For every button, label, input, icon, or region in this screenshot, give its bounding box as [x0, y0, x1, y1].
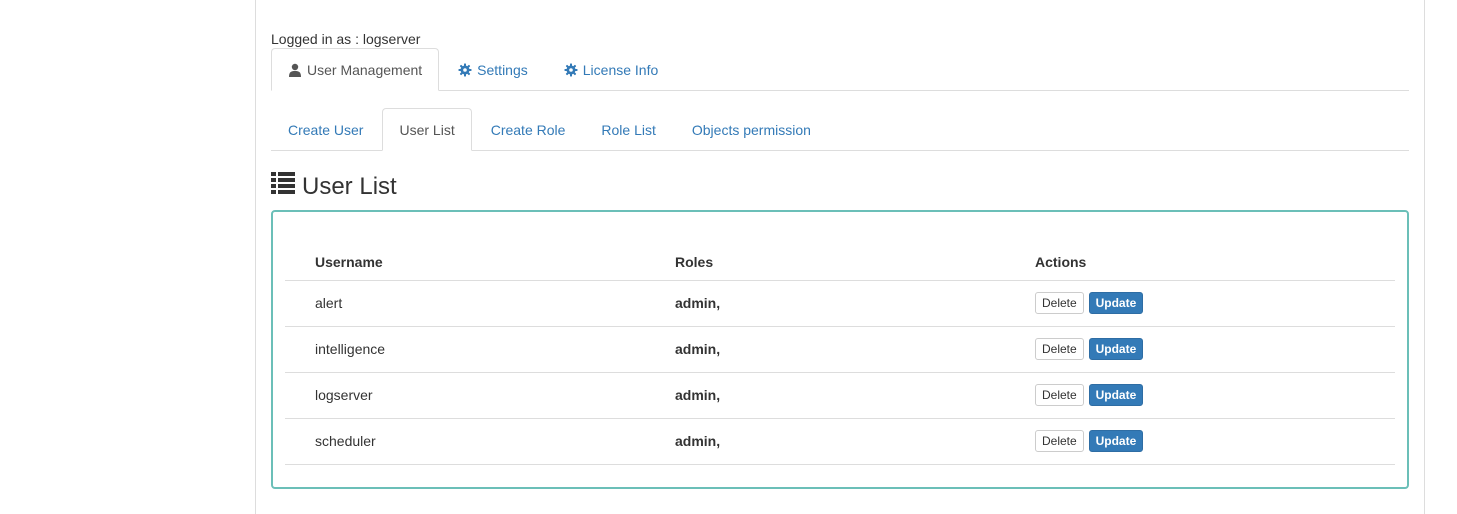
tab-create-role[interactable]: Create Role — [474, 108, 583, 150]
cell-roles: admin, — [645, 372, 1005, 419]
table-header-row: Username Roles Actions — [285, 244, 1395, 281]
delete-button[interactable]: Delete — [1035, 292, 1084, 314]
cell-username: intelligence — [285, 326, 645, 373]
update-button[interactable]: Update — [1088, 430, 1144, 452]
table-row: scheduler admin, Delete Update — [285, 418, 1395, 465]
tab-objects-permission[interactable]: Objects permission — [675, 108, 828, 150]
tab-license-info[interactable]: License Info — [547, 48, 676, 90]
header-roles: Roles — [645, 244, 1005, 281]
top-tabbar: User Management Settings License Info — [271, 48, 1409, 91]
header-actions: Actions — [1005, 244, 1395, 281]
cell-username: scheduler — [285, 418, 645, 465]
table-row: intelligence admin, Delete Update — [285, 326, 1395, 373]
cell-actions: Delete Update — [1005, 418, 1395, 465]
table-row: alert admin, Delete Update — [285, 280, 1395, 327]
tab-user-list[interactable]: User List — [382, 108, 472, 151]
cell-roles: admin, — [645, 280, 1005, 327]
update-button[interactable]: Update — [1088, 338, 1144, 360]
cell-username: logserver — [285, 372, 645, 419]
cell-actions: Delete Update — [1005, 326, 1395, 373]
delete-button[interactable]: Delete — [1035, 338, 1084, 360]
header-username: Username — [285, 244, 645, 281]
delete-button[interactable]: Delete — [1035, 384, 1084, 406]
gear-icon — [458, 63, 472, 77]
tab-settings[interactable]: Settings — [441, 48, 545, 90]
sub-tabbar: Create User User List Create Role Role L… — [271, 108, 1409, 151]
user-icon — [288, 63, 302, 77]
cell-roles: admin, — [645, 326, 1005, 373]
gear-icon — [564, 63, 578, 77]
table-row: logserver admin, Delete Update — [285, 372, 1395, 419]
cell-actions: Delete Update — [1005, 372, 1395, 419]
cell-username: alert — [285, 280, 645, 327]
page-title-text: User List — [302, 172, 397, 200]
delete-button[interactable]: Delete — [1035, 430, 1084, 452]
cell-actions: Delete Update — [1005, 280, 1395, 327]
tab-label: Settings — [477, 61, 528, 78]
tab-role-list[interactable]: Role List — [584, 108, 672, 150]
user-list-panel: Username Roles Actions alert admin, Dele… — [271, 210, 1409, 489]
tab-label: License Info — [582, 61, 659, 78]
logged-in-label: Logged in as : logserver — [271, 31, 421, 47]
tab-create-user[interactable]: Create User — [271, 108, 380, 150]
cell-roles: admin, — [645, 418, 1005, 465]
update-button[interactable]: Update — [1088, 292, 1144, 314]
tab-user-management[interactable]: User Management — [271, 48, 440, 91]
page-title: User List — [271, 172, 397, 201]
tab-label: User Management — [307, 61, 423, 78]
update-button[interactable]: Update — [1088, 384, 1144, 406]
list-icon — [271, 172, 295, 201]
user-table: Username Roles Actions alert admin, Dele… — [285, 244, 1395, 465]
